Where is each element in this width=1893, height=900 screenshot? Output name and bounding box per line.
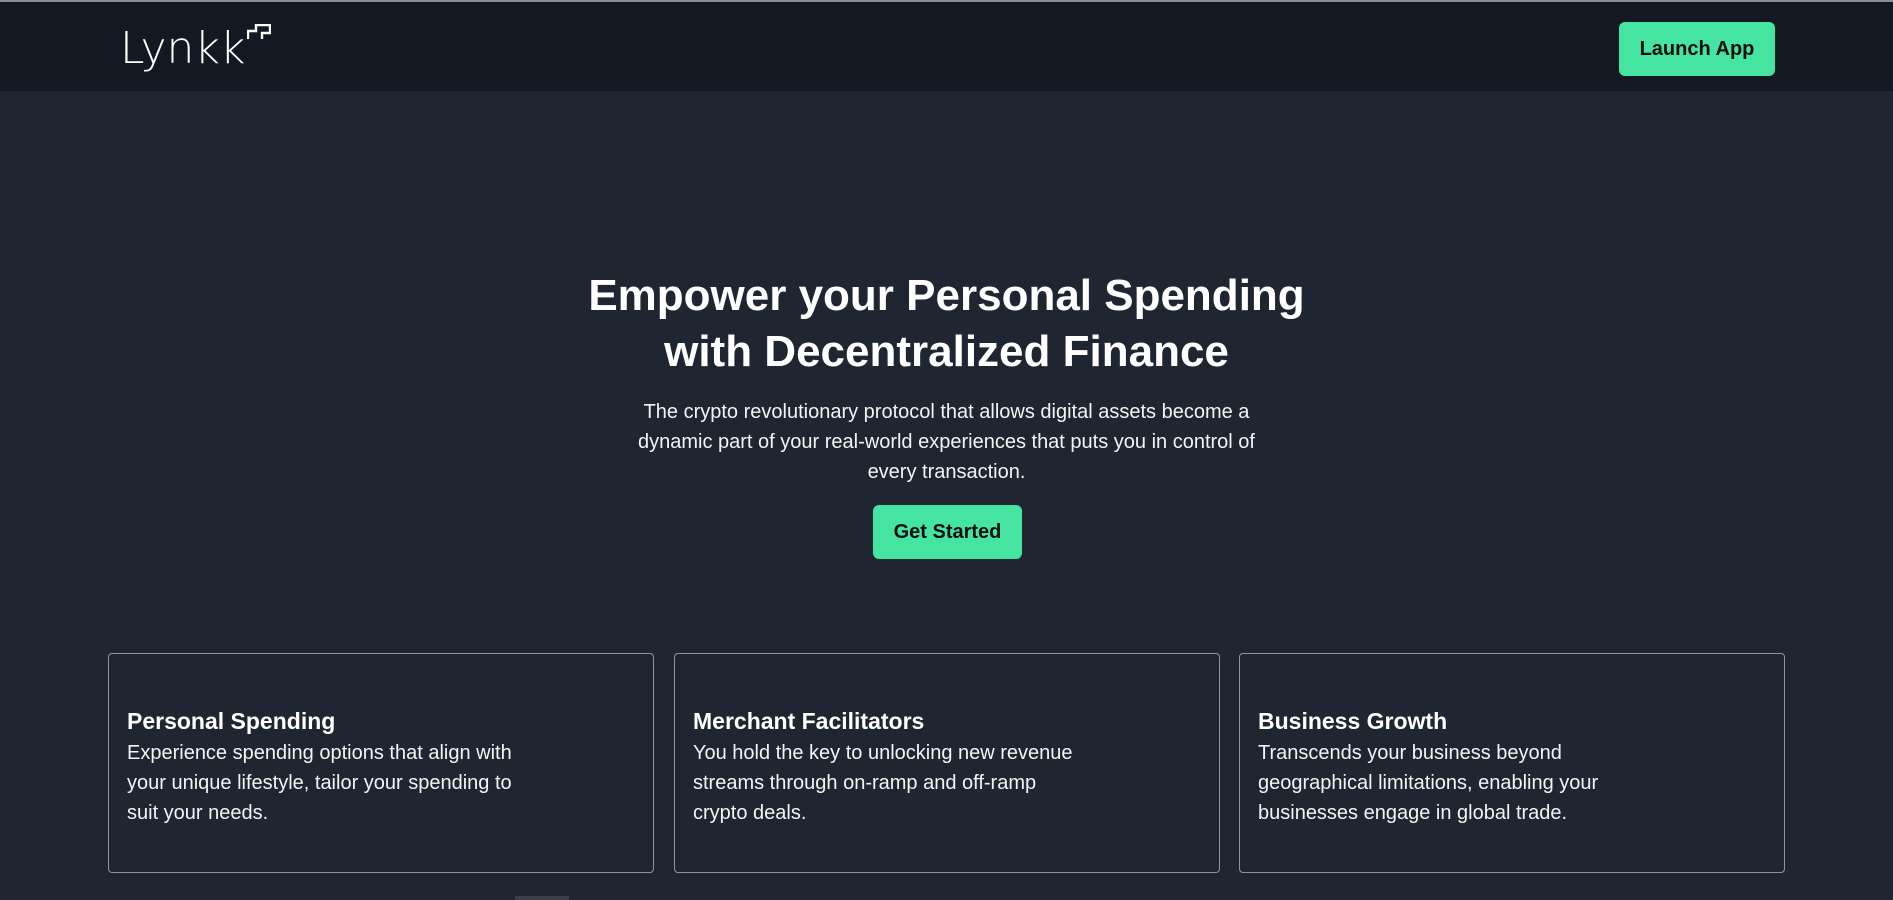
hero-title: Empower your Personal Spending with Dece…	[0, 268, 1893, 380]
card-description-line: Experience spending options that align w…	[127, 742, 512, 764]
scroll-indicator	[515, 896, 569, 900]
hero-subtitle: The crypto revolutionary protocol that a…	[0, 397, 1893, 487]
logo-mark-icon	[247, 24, 272, 39]
card-description-line: your unique lifestyle, tailor your spend…	[127, 772, 512, 794]
feature-card-personal-spending: Personal Spending Experience spending op…	[108, 653, 654, 873]
site-header: Lynkk Launch App	[0, 2, 1893, 91]
card-description: Transcends your business beyond geograph…	[1258, 738, 1698, 828]
card-description: You hold the key to unlocking new revenu…	[693, 738, 1133, 828]
hero-title-line: with Decentralized Finance	[664, 327, 1229, 376]
hero-subtitle-line: dynamic part of your real-world experien…	[638, 431, 1255, 453]
card-description-line: streams through on-ramp and off-ramp	[693, 772, 1037, 794]
card-description-line: suit your needs.	[127, 802, 269, 824]
card-description: Experience spending options that align w…	[127, 738, 567, 828]
hero-subtitle-line: every transaction.	[867, 461, 1026, 483]
card-description-line: businesses engage in global trade.	[1258, 802, 1568, 824]
hero-title-line: Empower your Personal Spending	[588, 271, 1305, 320]
hero-subtitle-line: The crypto revolutionary protocol that a…	[643, 401, 1250, 423]
card-description-line: crypto deals.	[693, 802, 807, 824]
logo-wordmark: Lynkk	[120, 23, 246, 74]
card-title: Business Growth	[1258, 708, 1448, 734]
brand-logo[interactable]: Lynkk	[120, 23, 272, 74]
get-started-button[interactable]: Get Started	[873, 505, 1022, 559]
card-title: Personal Spending	[127, 708, 336, 734]
feature-card-merchant-facilitators: Merchant Facilitators You hold the key t…	[674, 653, 1220, 873]
feature-card-business-growth: Business Growth Transcends your business…	[1239, 653, 1785, 873]
card-description-line: Transcends your business beyond	[1258, 742, 1562, 764]
card-title: Merchant Facilitators	[693, 708, 925, 734]
launch-app-button[interactable]: Launch App	[1619, 22, 1775, 76]
card-description-line: geographical limitations, enabling your	[1258, 772, 1599, 794]
card-description-line: You hold the key to unlocking new revenu…	[693, 742, 1073, 764]
